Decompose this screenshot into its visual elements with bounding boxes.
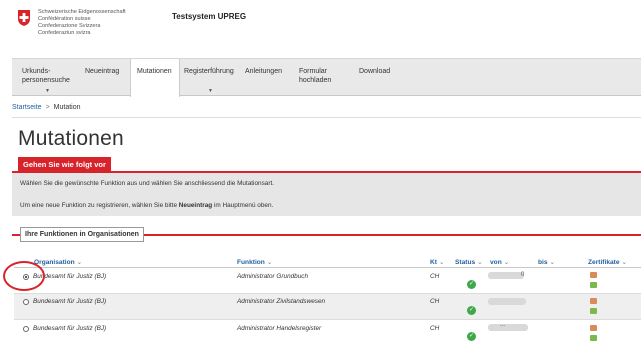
- confederation-it: Confederazione Svizzera: [38, 23, 101, 29]
- col-label: Zertifikate: [588, 259, 620, 266]
- instructions-line-1: Wählen Sie die gewünschte Funktion aus u…: [20, 180, 275, 187]
- instructions-line-2-prefix: Um eine neue Funktion zu registrieren, w…: [20, 202, 179, 209]
- divider: [12, 117, 641, 118]
- chevron-down-icon: ▼: [45, 88, 50, 94]
- chevron-down-icon: ⌄: [76, 259, 83, 266]
- certificate-icon[interactable]: [590, 282, 597, 288]
- chevron-down-icon: ⌄: [438, 259, 445, 266]
- breadcrumb-separator: >: [45, 104, 50, 111]
- main-nav: Urkunds- personensuche ▼ Neueintrag Muta…: [12, 58, 641, 97]
- table-row[interactable]: [14, 268, 641, 293]
- certificate-icon[interactable]: [590, 335, 597, 341]
- chevron-down-icon: ⌄: [266, 259, 273, 266]
- col-zertifikate[interactable]: Zertifikate ⌄: [588, 258, 627, 266]
- col-label: von: [490, 259, 502, 266]
- confederation-names: Schweizerische Eidgenossenschaft Confédé…: [38, 9, 126, 37]
- nav-anleitungen[interactable]: Anleitungen: [245, 59, 293, 96]
- row-funktion: Administrator Handelsregister: [237, 325, 322, 332]
- chevron-down-icon: ⌄: [621, 259, 628, 266]
- nav-registerfuehrung[interactable]: Registerführung ▼: [184, 59, 241, 96]
- chevron-down-icon: ⌄: [477, 259, 483, 266]
- col-von[interactable]: von ⌄: [490, 258, 509, 266]
- certificate-icon[interactable]: [590, 325, 597, 331]
- col-label: bis: [538, 259, 548, 266]
- certificate-icon[interactable]: [590, 272, 597, 278]
- nav-urkundspersonensuche[interactable]: Urkunds- personensuche ▼: [22, 59, 77, 96]
- nav-label: Anleitungen: [245, 68, 282, 75]
- nav-download[interactable]: Download: [359, 59, 404, 96]
- swiss-cross-icon: [18, 10, 30, 26]
- col-status[interactable]: Status ⌄: [455, 258, 483, 266]
- row-von: 0: [521, 272, 525, 278]
- row-radio[interactable]: [23, 326, 29, 332]
- redacted-date: [488, 298, 526, 305]
- redacted-date: [488, 272, 524, 279]
- row-funktion: Administrator Zivilstandswesen: [237, 298, 326, 305]
- col-label: Kt: [430, 259, 437, 266]
- site-header: Schweizerische Eidgenossenschaft Confédé…: [0, 0, 641, 58]
- col-label: Funktion: [237, 259, 265, 266]
- nav-label: Download: [359, 68, 391, 75]
- row-organisation: Bundesamt für Justiz (BJ): [33, 298, 107, 305]
- certificate-icon[interactable]: [590, 308, 597, 314]
- breadcrumb: Startseite > Mutation: [12, 104, 81, 111]
- breadcrumb-current: Mutation: [53, 104, 81, 111]
- certificate-icon[interactable]: [590, 298, 597, 304]
- chevron-down-icon: ▼: [208, 88, 213, 94]
- col-kt[interactable]: Kt ⌄: [430, 258, 445, 266]
- row-radio[interactable]: [23, 299, 29, 305]
- nav-label: Mutationen: [137, 68, 172, 75]
- instructions-box: [12, 171, 641, 216]
- row-organisation: Bundesamt für Justiz (BJ): [33, 325, 107, 332]
- confederation-de: Schweizerische Eidgenossenschaft: [38, 9, 126, 15]
- row-von: ...: [500, 322, 506, 328]
- confederation-fr: Confédération suisse: [38, 16, 91, 22]
- nav-label: Neueintrag: [85, 68, 120, 75]
- col-funktion[interactable]: Funktion ⌄: [237, 258, 272, 266]
- instructions-line-2-bold: Neueintrag: [178, 202, 213, 209]
- nav-label: Urkunds- personensuche: [22, 68, 70, 84]
- col-label: Status: [455, 259, 476, 266]
- row-funktion: Administrator Grundbuch: [237, 273, 309, 280]
- app-title: Testsystem UPREG: [172, 12, 247, 21]
- status-ok-icon: ✓: [467, 332, 476, 341]
- status-ok-icon: ✓: [467, 280, 476, 289]
- row-kt: CH: [430, 298, 440, 305]
- instructions-tab: Gehen Sie wie folgt vor: [18, 157, 111, 172]
- col-label: Organisation: [34, 259, 75, 266]
- table-row[interactable]: [14, 294, 641, 319]
- chevron-down-icon: ⌄: [503, 259, 510, 266]
- col-organisation[interactable]: Organisation ⌄: [34, 258, 82, 266]
- nav-neueintrag[interactable]: Neueintrag: [85, 59, 130, 96]
- selection-highlight-circle: [3, 261, 45, 291]
- breadcrumb-home-link[interactable]: Startseite: [12, 104, 42, 111]
- chevron-down-icon: ⌄: [549, 259, 556, 266]
- table-row[interactable]: [14, 320, 641, 345]
- instructions-line-2: Um eine neue Funktion zu registrieren, w…: [20, 202, 273, 209]
- nav-formular-hochladen[interactable]: Formular hochladen: [299, 59, 339, 96]
- row-kt: CH: [430, 325, 440, 332]
- confederation-rm: Confederaziun svizra: [38, 30, 91, 36]
- col-bis[interactable]: bis ⌄: [538, 258, 555, 266]
- status-ok-icon: ✓: [467, 306, 476, 315]
- nav-mutationen[interactable]: Mutationen: [130, 59, 180, 97]
- instructions-line-2-suffix: im Hauptmenü oben.: [212, 202, 274, 209]
- redacted-date: [488, 324, 528, 331]
- nav-label: Registerführung: [184, 68, 234, 75]
- row-kt: CH: [430, 273, 440, 280]
- page-title: Mutationen: [18, 127, 124, 150]
- functions-panel-title: Ihre Funktionen in Organisationen: [20, 227, 144, 242]
- nav-label: Formular hochladen: [299, 68, 332, 84]
